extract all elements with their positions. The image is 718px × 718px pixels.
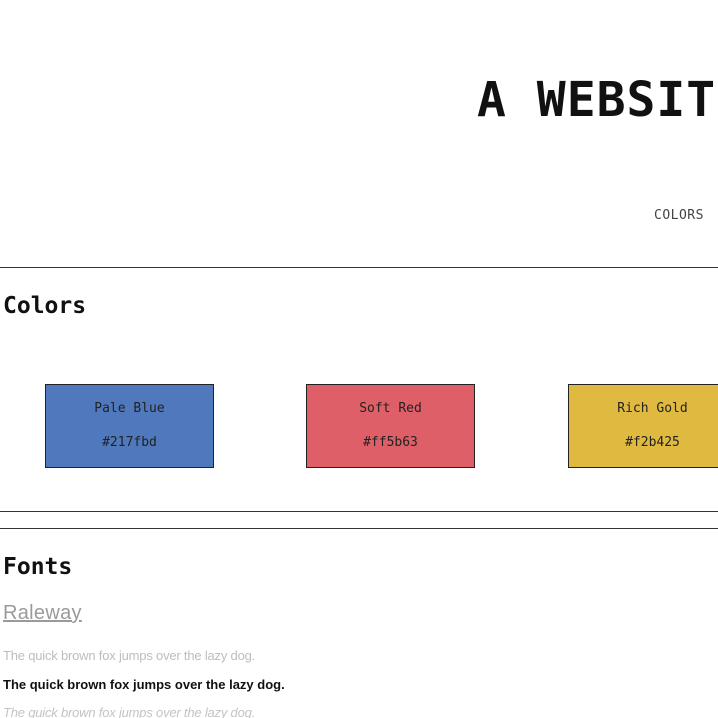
- swatch-name: Rich Gold: [617, 401, 688, 416]
- swatch-name: Soft Red: [359, 401, 422, 416]
- swatch-rich-gold: Rich Gold #f2b425: [568, 384, 718, 468]
- font-sample-light: The quick brown fox jumps over the lazy …: [3, 648, 256, 663]
- site-title: A WEBSITE: [477, 72, 718, 128]
- main-nav: COLORS: [654, 204, 704, 223]
- nav-link-colors[interactable]: COLORS: [654, 208, 704, 223]
- fonts-heading: Fonts: [3, 554, 73, 580]
- swatch-hex: #f2b425: [625, 435, 680, 450]
- section-divider: [0, 511, 718, 512]
- swatch-hex: #ff5b63: [363, 435, 418, 450]
- font-sample-bold: The quick brown fox jumps over the lazy …: [3, 677, 285, 692]
- font-sample-italic: The quick brown fox jumps over the lazy …: [3, 705, 256, 718]
- swatch-soft-red: Soft Red #ff5b63: [306, 384, 475, 468]
- font-name-link[interactable]: Raleway: [3, 602, 82, 625]
- swatch-pale-blue: Pale Blue #217fbd: [45, 384, 214, 468]
- section-divider: [0, 267, 718, 268]
- swatch-hex: #217fbd: [102, 435, 157, 450]
- section-divider: [0, 528, 718, 529]
- swatch-name: Pale Blue: [94, 401, 165, 416]
- colors-heading: Colors: [3, 293, 87, 319]
- page: A WEBSITE COLORS Colors Pale Blue #217fb…: [0, 0, 718, 718]
